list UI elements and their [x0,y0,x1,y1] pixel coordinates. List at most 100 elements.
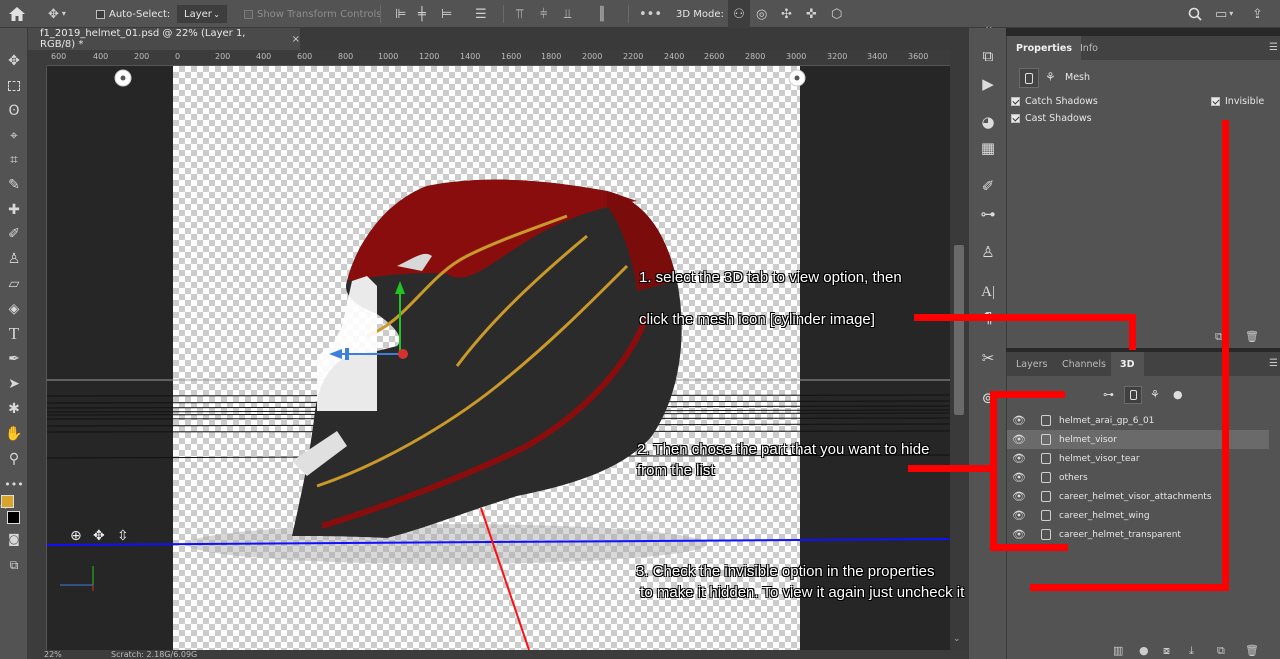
close-icon[interactable]: × [292,34,300,45]
new-mesh-icon[interactable]: ▥ [1113,644,1123,657]
align-top-icon[interactable]: ⫪ [516,0,523,28]
light-filter-icon[interactable]: ● [1173,388,1183,401]
trash-icon[interactable]: 🗑 [1245,330,1259,343]
whole-scene-filter-icon[interactable]: ⊶ [1103,388,1114,401]
list-item[interactable]: 👁 career_helmet_wing [1007,506,1269,525]
canvas-scroll-thumb[interactable] [954,245,964,415]
brush-settings-icon[interactable]: ✐ [969,174,1007,198]
lasso-tool-icon[interactable]: ʘ [0,100,28,122]
crop-tool-icon[interactable]: ⌗ [0,149,28,171]
invisible-checkbox[interactable]: Invisible [1211,96,1264,107]
share-icon[interactable]: ⇪ [1252,0,1263,28]
visibility-eye-icon[interactable]: 👁 [1007,433,1031,446]
visibility-eye-icon[interactable]: 👁 [1007,490,1031,503]
search-icon[interactable] [1188,0,1202,28]
scale-3d-icon[interactable]: ⬡ [831,0,842,28]
eyedropper-tool-icon[interactable]: ✎ [0,174,28,196]
actions-panel-icon[interactable]: ▶ [969,72,1007,96]
3d-panel-icon[interactable]: ⊚ [969,386,1007,410]
quick-mask-icon[interactable]: ◙ [0,528,28,550]
list-item[interactable]: 👁 career_helmet_visor_attachments [1007,487,1269,506]
panel-menu-icon[interactable]: ☰ [1269,42,1278,53]
light-icon[interactable] [114,69,132,87]
catch-shadows-checkbox[interactable]: Catch Shadows [1011,96,1098,107]
material-filter-icon[interactable]: ⚘ [1150,388,1160,401]
layer-dropdown[interactable]: Layer ⌄ [177,5,227,23]
mesh-icon[interactable] [1019,68,1039,88]
align-middle-icon[interactable]: ⫩ [540,0,547,28]
visibility-eye-icon[interactable]: 👁 [1007,414,1031,427]
paint-bucket-tool-icon[interactable]: ◈ [0,298,28,320]
orbit-camera-icon[interactable]: ⊕ [70,528,82,544]
more-options-icon[interactable]: ••• [639,0,662,28]
render-icon[interactable]: ⧇ [1163,644,1170,658]
distribute-icon[interactable]: ☰ [475,0,487,28]
cast-shadows-checkbox[interactable]: Cast Shadows [1011,113,1092,124]
dolly-camera-icon[interactable]: ⇳ [117,528,129,544]
helmet-3d-model[interactable] [292,179,682,538]
tab-properties[interactable]: Properties [1007,36,1081,60]
list-item[interactable]: 👁 career_helmet_transparent [1007,525,1269,544]
list-item[interactable]: 👁 others [1007,468,1269,487]
pan-camera-icon[interactable]: ✥ [93,528,105,544]
more-tools-icon[interactable]: ••• [0,473,28,495]
trash-icon[interactable]: 🗑 [1245,644,1259,657]
background-color-swatch[interactable] [7,511,20,524]
tab-channels[interactable]: Channels [1053,352,1115,376]
new-item-icon[interactable]: ⧉ [1217,644,1225,658]
zoom-tool-icon[interactable]: ⚲ [0,448,28,470]
screen-mode-icon[interactable]: ⧉ [0,554,28,576]
material-icon[interactable]: ⚘ [1045,70,1056,84]
visibility-eye-icon[interactable]: 👁 [1007,528,1031,541]
workspace-icon[interactable]: ▭ ▾ [1215,0,1233,28]
align-bottom-icon[interactable]: ⫫ [564,0,571,28]
visibility-eye-icon[interactable]: 👁 [1007,509,1031,522]
slide-3d-icon[interactable]: ✜ [806,0,817,28]
align-right-icon[interactable]: ⊨ [441,0,452,28]
show-transform-controls-checkbox[interactable]: Show Transform Controls [244,0,381,28]
quick-select-tool-icon[interactable]: ⌖ [0,125,28,147]
marquee-tool-icon[interactable] [0,75,28,97]
constraint-icon[interactable]: ⤓ [1189,644,1194,658]
distribute-vertical-icon[interactable]: ║ [598,0,606,28]
home-icon[interactable] [8,0,26,28]
scroll-down-icon[interactable]: ⌄ [953,634,961,644]
tab-info[interactable]: Info [1071,36,1107,60]
visibility-eye-icon[interactable]: 👁 [1007,471,1031,484]
panel-menu-icon[interactable]: ☰ [1269,358,1278,369]
color-panel-icon[interactable]: ◕ [969,110,1007,134]
drag-3d-icon[interactable]: ✣ [781,0,792,28]
pen-tool-icon[interactable]: ✒ [0,348,28,370]
list-item[interactable]: 👁 helmet_arai_gp_6_01 [1007,411,1269,430]
visibility-eye-icon[interactable]: 👁 [1007,452,1031,465]
move-tool-icon[interactable]: ✥ [0,50,28,72]
align-center-icon[interactable]: ╪ [418,0,426,28]
type-tool-icon[interactable]: T [0,323,28,345]
history-panel-icon[interactable]: ⧉ [969,44,1007,68]
zoom-level[interactable]: 22% [44,650,62,659]
light-icon[interactable] [788,69,806,87]
brush-tool-icon[interactable]: ✐ [0,223,28,245]
character-panel-icon[interactable]: A| [969,280,1007,304]
list-item[interactable]: 👁 helmet_visor_tear [1007,449,1269,468]
new-light-icon[interactable]: ● [1139,644,1149,657]
clone-source-icon[interactable]: ♙ [969,240,1007,264]
swatches-panel-icon[interactable]: ▦ [969,136,1007,160]
foreground-color-swatch[interactable] [1,495,14,508]
stamp-tool-icon[interactable]: ♙ [0,248,28,270]
tab-3d[interactable]: 3D [1111,352,1144,376]
tab-layers[interactable]: Layers [1007,352,1056,376]
align-left-icon[interactable]: ⊫ [395,0,406,28]
healing-brush-tool-icon[interactable]: ✚ [0,199,28,221]
roll-3d-icon[interactable]: ◎ [756,0,767,28]
mesh-filter-icon[interactable] [1124,386,1142,404]
path-select-tool-icon[interactable]: ➤ [0,373,28,395]
shape-tool-icon[interactable]: ✱ [0,398,28,420]
tool-presets-icon[interactable]: ✂ [969,346,1007,370]
orbit-3d-icon[interactable]: ⚇ [728,0,750,28]
move-tool-icon[interactable]: ✥ ▾ [48,0,66,28]
hand-tool-icon[interactable]: ✋ [0,423,28,445]
list-item[interactable]: 👁 helmet_visor [1007,430,1269,449]
document-tab[interactable]: f1_2019_helmet_01.psd @ 22% (Layer 1, RG… [28,28,300,50]
auto-select-checkbox[interactable]: Auto-Select: [96,0,170,28]
